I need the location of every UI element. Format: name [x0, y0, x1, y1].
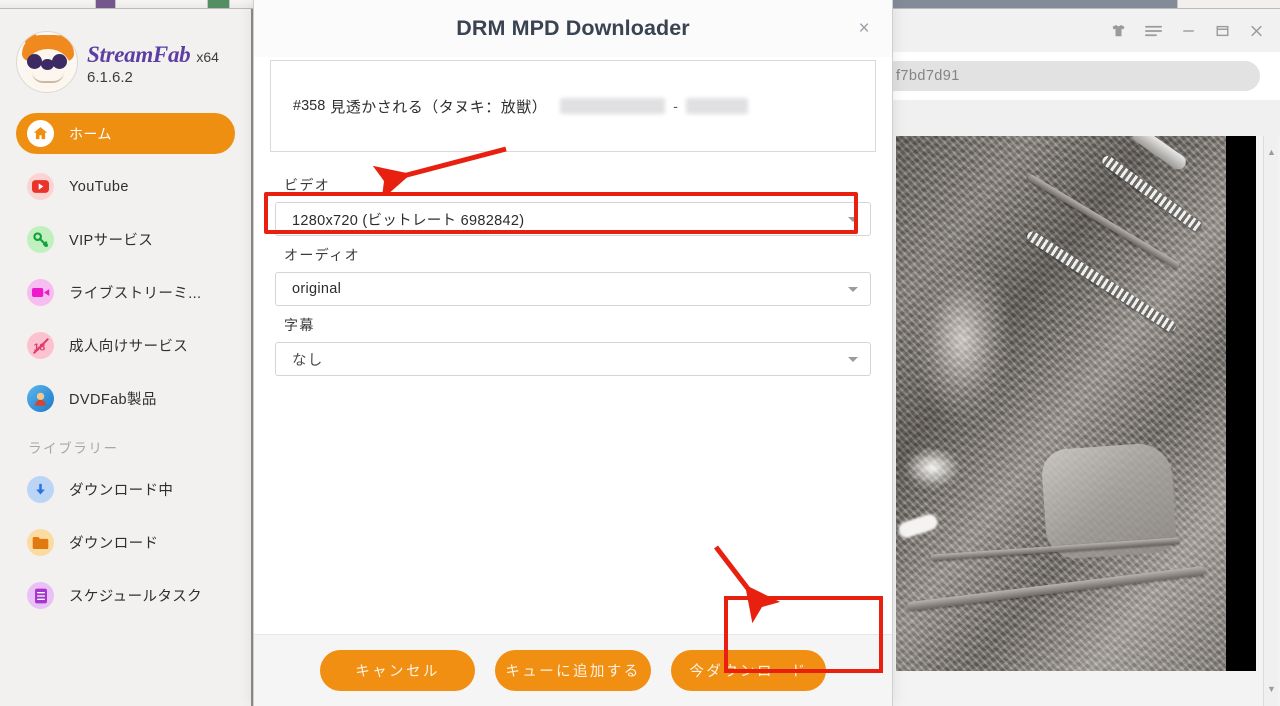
audio-track-value: original — [292, 281, 342, 297]
subtitle-value: なし — [292, 352, 324, 369]
sidebar-item-dvdfab[interactable]: DVDFab製品 — [16, 378, 235, 419]
sidebar-item-label: 成人向けサービス — [69, 339, 189, 355]
video-field-label: ビデオ — [284, 177, 331, 193]
preview-photo — [896, 136, 1226, 671]
background-content-area: ▲ ▼ — [888, 136, 1280, 706]
sidebar-item-youtube[interactable]: YouTube — [16, 166, 235, 207]
home-icon — [27, 120, 54, 147]
dialog-titlebar: DRM MPD Downloader × — [254, 0, 892, 57]
video-quality-value: 1280x720 (ビットレート 6982842) — [292, 212, 525, 229]
sidebar-item-home[interactable]: ホーム — [16, 113, 235, 154]
minimize-icon[interactable] — [1181, 24, 1196, 38]
media-title: 見透かされる（タヌキ：放獣） — [330, 98, 548, 116]
media-info-box: #358 見透かされる（タヌキ：放獣） - — [270, 60, 876, 152]
sidebar-nav: ホーム YouTube VIPサービス ライブストリーミ... 成人向けサービス… — [0, 113, 251, 616]
redacted-text-2 — [685, 98, 748, 114]
url-input[interactable]: f7bd7d91 — [888, 61, 1260, 91]
audio-track-select[interactable]: original — [275, 272, 871, 306]
folder-icon — [27, 529, 54, 556]
url-text: f7bd7d91 — [896, 68, 960, 84]
brand-header: StreamFab x64 6.1.6.2 — [0, 9, 251, 93]
redacted-text-1 — [560, 98, 666, 114]
hamburger-menu-icon[interactable] — [1145, 24, 1162, 38]
sidebar-item-schedule-task[interactable]: スケジュールタスク — [16, 575, 235, 616]
subtitle-field-label: 字幕 — [284, 317, 315, 333]
theme-shirt-icon[interactable] — [1111, 24, 1126, 38]
key-icon — [27, 226, 54, 253]
maximize-icon[interactable] — [1215, 24, 1230, 38]
streamfab-mascot-icon — [16, 31, 78, 93]
sidebar-item-adult[interactable]: 18 成人向けサービス — [16, 325, 235, 366]
library-section-title: ライブラリー — [28, 441, 119, 456]
sidebar-item-label: スケジュールタスク — [69, 589, 203, 605]
sidebar-item-label: ホーム — [69, 125, 112, 142]
sidebar-item-label: VIPサービス — [69, 233, 154, 249]
brand-name: StreamFab — [87, 42, 191, 67]
schedule-list-icon — [27, 582, 54, 609]
chevron-down-icon — [848, 216, 858, 222]
dialog-body: ビデオ 1280x720 (ビットレート 6982842) オーディオ orig… — [254, 152, 892, 634]
dialog-close-icon[interactable]: × — [853, 18, 875, 40]
letterbox-bar — [1226, 136, 1256, 671]
screen-root: StreamFab x64 6.1.6.2 ホーム YouTube VIPサービ… — [0, 0, 1280, 706]
sidebar-item-downloads[interactable]: ダウンロード — [16, 522, 235, 563]
video-camera-icon — [27, 279, 54, 306]
scroll-down-icon[interactable]: ▼ — [1267, 684, 1276, 694]
chevron-down-icon — [848, 356, 858, 362]
dvdfab-icon — [27, 385, 54, 412]
sidebar-item-label: ダウンロード中 — [69, 483, 174, 499]
sidebar-item-label: DVDFab製品 — [69, 392, 157, 408]
adult-blocked-icon: 18 — [27, 332, 54, 359]
media-number: #358 — [293, 98, 326, 114]
subtitle-select[interactable]: なし — [275, 342, 871, 376]
download-now-button[interactable]: 今ダウンロード — [671, 650, 826, 691]
sidebar-item-downloading[interactable]: ダウンロード中 — [16, 469, 235, 510]
add-to-queue-button[interactable]: キューに追加する — [495, 650, 651, 691]
background-window-titlebar — [888, 9, 1280, 52]
streamfab-app-window: StreamFab x64 6.1.6.2 ホーム YouTube VIPサービ… — [0, 9, 253, 706]
background-subbar — [888, 100, 1280, 136]
media-separator: - — [673, 98, 678, 114]
vertical-scrollbar[interactable]: ▲ ▼ — [1263, 136, 1278, 706]
sidebar-item-live-streaming[interactable]: ライブストリーミ... — [16, 272, 235, 313]
scroll-up-icon[interactable]: ▲ — [1267, 147, 1276, 157]
brand-arch: x64 — [196, 49, 219, 65]
background-url-row: f7bd7d91 — [888, 52, 1280, 100]
sidebar-item-vip[interactable]: VIPサービス — [16, 219, 235, 260]
dialog-footer: キャンセル キューに追加する 今ダウンロード — [254, 596, 892, 706]
audio-field-label: オーディオ — [284, 247, 361, 263]
download-arrow-icon — [27, 476, 54, 503]
background-browser-window: f7bd7d91 ▲ ▼ — [886, 9, 1280, 706]
sidebar-item-label: ダウンロード — [69, 536, 159, 552]
video-quality-select[interactable]: 1280x720 (ビットレート 6982842) — [275, 202, 871, 236]
close-icon[interactable] — [1249, 24, 1264, 38]
cancel-button[interactable]: キャンセル — [320, 650, 475, 691]
chevron-down-icon — [848, 286, 858, 292]
sidebar-item-label: ライブストリーミ... — [69, 286, 202, 302]
brand-version: 6.1.6.2 — [87, 69, 133, 86]
dialog-title: DRM MPD Downloader — [456, 16, 690, 40]
youtube-icon — [27, 173, 54, 200]
drm-mpd-downloader-dialog: DRM MPD Downloader × #358 見透かされる（タヌキ：放獣）… — [253, 0, 893, 706]
sidebar-item-label: YouTube — [69, 178, 129, 195]
